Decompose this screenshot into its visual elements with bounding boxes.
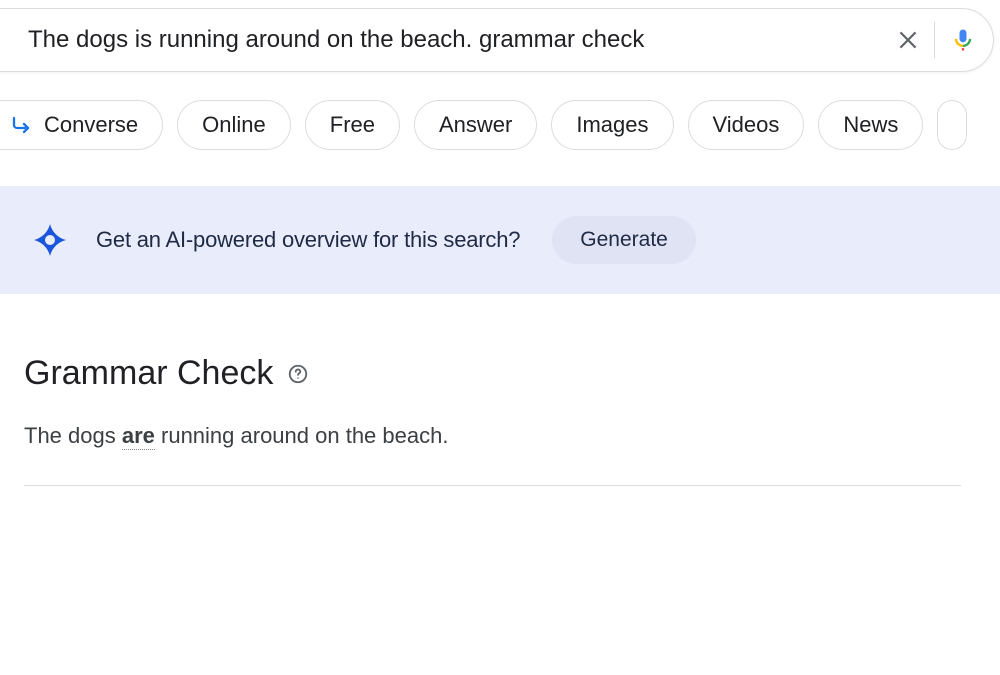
- chip-label: Online: [202, 112, 266, 138]
- generate-button[interactable]: Generate: [552, 216, 696, 264]
- search-bar-wrapper: [0, 8, 1000, 72]
- clear-search-button[interactable]: [888, 20, 928, 60]
- chip-label: News: [843, 112, 898, 138]
- chip-label: Converse: [44, 112, 138, 138]
- result-title-row: Grammar Check: [24, 354, 1000, 393]
- voice-search-button[interactable]: [945, 22, 981, 58]
- divider: [934, 22, 935, 58]
- sentence-suffix: running around on the beach.: [155, 423, 449, 448]
- chip-label: Videos: [713, 112, 780, 138]
- microphone-icon: [949, 26, 977, 54]
- chip-converse[interactable]: Converse: [0, 100, 163, 150]
- result-title: Grammar Check: [24, 354, 273, 393]
- help-icon[interactable]: [287, 363, 309, 385]
- corrected-sentence: The dogs are running around on the beach…: [24, 423, 1000, 449]
- chip-label: Images: [576, 112, 648, 138]
- grammar-check-result: Grammar Check The dogs are running aroun…: [0, 354, 1000, 486]
- search-input[interactable]: [28, 26, 888, 54]
- chip-images[interactable]: Images: [551, 100, 673, 150]
- turn-right-arrow-icon: [10, 113, 34, 137]
- corrected-word: are: [122, 423, 155, 450]
- chip-videos[interactable]: Videos: [688, 100, 805, 150]
- chip-news[interactable]: News: [818, 100, 923, 150]
- chip-free[interactable]: Free: [305, 100, 400, 150]
- search-bar[interactable]: [0, 8, 994, 72]
- ai-overview-banner: Get an AI-powered overview for this sear…: [0, 186, 1000, 294]
- close-icon: [895, 27, 921, 53]
- chip-more[interactable]: [937, 100, 967, 150]
- chip-label: Answer: [439, 112, 512, 138]
- sentence-prefix: The dogs: [24, 423, 122, 448]
- chip-label: Free: [330, 112, 375, 138]
- divider: [24, 485, 961, 486]
- sparkle-icon: [30, 220, 70, 260]
- ai-banner-text: Get an AI-powered overview for this sear…: [96, 227, 520, 253]
- filter-chips-row: Converse Online Free Answer Images Video…: [0, 100, 1000, 150]
- chip-online[interactable]: Online: [177, 100, 291, 150]
- chip-answer[interactable]: Answer: [414, 100, 537, 150]
